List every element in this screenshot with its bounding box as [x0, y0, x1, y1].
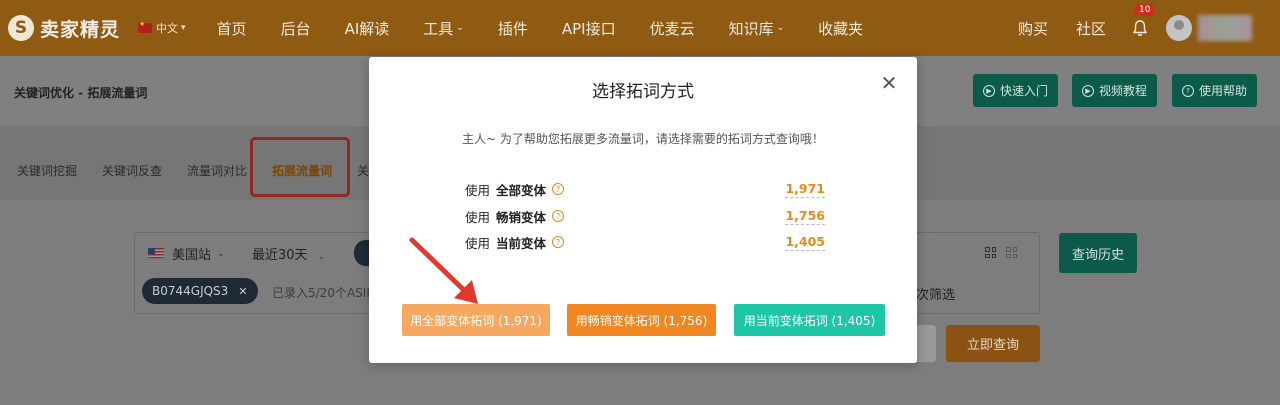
expand-method-modal: 选择拓词方式 ✕ 主人~ 为了帮助您拓展更多流量词，请选择需要的拓词方式查询哦！…: [369, 57, 917, 363]
option-use-label: 使用: [465, 235, 491, 251]
logo[interactable]: S 卖家精灵: [8, 15, 120, 42]
asin-chip-label: B0744GJQS3: [152, 284, 229, 298]
nav-buy[interactable]: 购买: [1018, 18, 1048, 39]
language-label: 中文: [156, 22, 179, 35]
view-toggle: [985, 247, 1017, 258]
close-icon[interactable]: ✕: [238, 285, 247, 298]
nav-youmaiyun[interactable]: 优麦云: [650, 18, 695, 39]
asin-chip[interactable]: B0744GJQS3 ✕: [142, 278, 258, 304]
logo-text: 卖家精灵: [40, 18, 121, 41]
us-flag-icon: [148, 248, 164, 259]
nav-api[interactable]: API接口: [562, 18, 616, 39]
chevron-down-icon: ⌄: [776, 23, 785, 33]
option-best-variants: 使用 畅销变体 ? 1,756: [465, 207, 825, 225]
question-icon[interactable]: ?: [552, 183, 565, 195]
bell-icon: [1132, 19, 1148, 36]
tab-keyword-mining[interactable]: 关键词挖掘: [17, 162, 77, 179]
video-tutorial-button[interactable]: ▶ 视频教程: [1072, 74, 1158, 107]
quick-start-label: 快速入门: [1000, 84, 1049, 98]
top-nav: S 卖家精灵 中文 ▾ 首页 后台 AI解读 工具⌄ 插件 API接口 优麦云 …: [0, 0, 1280, 56]
option-use-label: 使用: [465, 209, 491, 225]
page-title: 关键词优化 - 拓展流量词: [14, 86, 148, 100]
nav-home[interactable]: 首页: [217, 18, 247, 39]
option-all-variants: 使用 全部变体 ? 1,971: [465, 180, 825, 198]
quick-start-button[interactable]: ▶ 快速入门: [973, 74, 1059, 107]
nav-knowledge-label: 知识库: [728, 19, 774, 38]
modal-description: 主人~ 为了帮助您拓展更多流量词，请选择需要的拓词方式查询哦！: [462, 132, 824, 146]
expand-best-variants-button[interactable]: 用畅销变体拓词 (1,756): [567, 304, 716, 336]
video-tutorial-label: 视频教程: [1099, 84, 1148, 98]
option-label: 当前变体: [496, 235, 547, 251]
tab-more[interactable]: 关: [357, 162, 369, 179]
option-use-label: 使用: [465, 182, 491, 198]
nav-knowledge[interactable]: 知识库 ⌄: [729, 18, 785, 39]
query-history-button[interactable]: 查询历史: [1059, 233, 1137, 273]
option-label: 畅销变体: [496, 209, 547, 225]
option-count: 1,756: [785, 207, 825, 225]
list-view-icon[interactable]: [1006, 247, 1017, 258]
nav-plugins[interactable]: 插件: [498, 18, 528, 39]
site-label: 美国站: [172, 248, 212, 263]
nav-backend[interactable]: 后台: [281, 18, 311, 39]
chevron-down-icon: ⌄: [217, 248, 225, 259]
tab-keyword-reverse[interactable]: 关键词反查: [102, 162, 162, 179]
option-current-variant: 使用 当前变体 ? 1,405: [465, 233, 825, 251]
nav-favorites[interactable]: 收藏夹: [818, 18, 863, 39]
play-icon: ▶: [1082, 84, 1094, 97]
site-select[interactable]: 美国站 ⌄: [148, 244, 225, 263]
option-label: 全部变体: [496, 182, 547, 198]
search-now-button[interactable]: 立即查询: [946, 325, 1040, 362]
language-select[interactable]: 中文 ▾: [138, 20, 186, 36]
play-icon: ▶: [983, 84, 995, 97]
option-count: 1,971: [785, 180, 825, 198]
question-icon: ?: [1182, 84, 1194, 97]
question-icon[interactable]: ?: [552, 210, 565, 222]
tab-traffic-compare[interactable]: 流量词对比: [187, 162, 247, 179]
avatar[interactable]: [1166, 15, 1192, 41]
close-icon[interactable]: ✕: [879, 73, 899, 93]
option-count: 1,405: [785, 233, 825, 251]
expand-all-variants-button[interactable]: 用全部变体拓词 (1,971): [402, 304, 550, 336]
nav-ai[interactable]: AI解读: [345, 18, 390, 39]
range-select[interactable]: 最近30天 ⌄: [252, 244, 325, 263]
nav-community[interactable]: 社区: [1076, 18, 1106, 39]
expand-current-variant-button[interactable]: 用当前变体拓词 (1,405): [734, 304, 885, 336]
nav-tools[interactable]: 工具 ⌄: [423, 18, 464, 39]
chevron-down-icon: ⌄: [456, 23, 464, 33]
logo-icon: S: [8, 15, 34, 41]
secondary-filter[interactable]: 次筛选: [916, 284, 955, 303]
question-icon[interactable]: ?: [552, 236, 565, 248]
range-label: 最近30天: [252, 248, 308, 263]
asin-count: 已录入5/20个ASIN: [272, 286, 376, 300]
chevron-down-icon: ▾: [181, 23, 186, 33]
username-blurred[interactable]: [1198, 15, 1252, 41]
main-nav: 首页 后台 AI解读 工具 ⌄ 插件 API接口 优麦云 知识库 ⌄ 收藏夹: [200, 18, 881, 39]
notification-badge: 10: [1134, 4, 1156, 16]
help-button[interactable]: ? 使用帮助: [1172, 74, 1258, 107]
grid-view-icon[interactable]: [985, 247, 996, 258]
nav-tools-label: 工具: [423, 19, 454, 38]
active-tab-highlight: [250, 137, 350, 197]
china-flag-icon: [138, 20, 153, 33]
modal-title: 选择拓词方式: [592, 82, 694, 102]
chevron-down-icon: ⌄: [317, 252, 326, 262]
nav-right: 购买 社区 10: [1004, 0, 1280, 56]
help-label: 使用帮助: [1199, 84, 1248, 98]
notification-bell[interactable]: 10: [1128, 4, 1156, 40]
